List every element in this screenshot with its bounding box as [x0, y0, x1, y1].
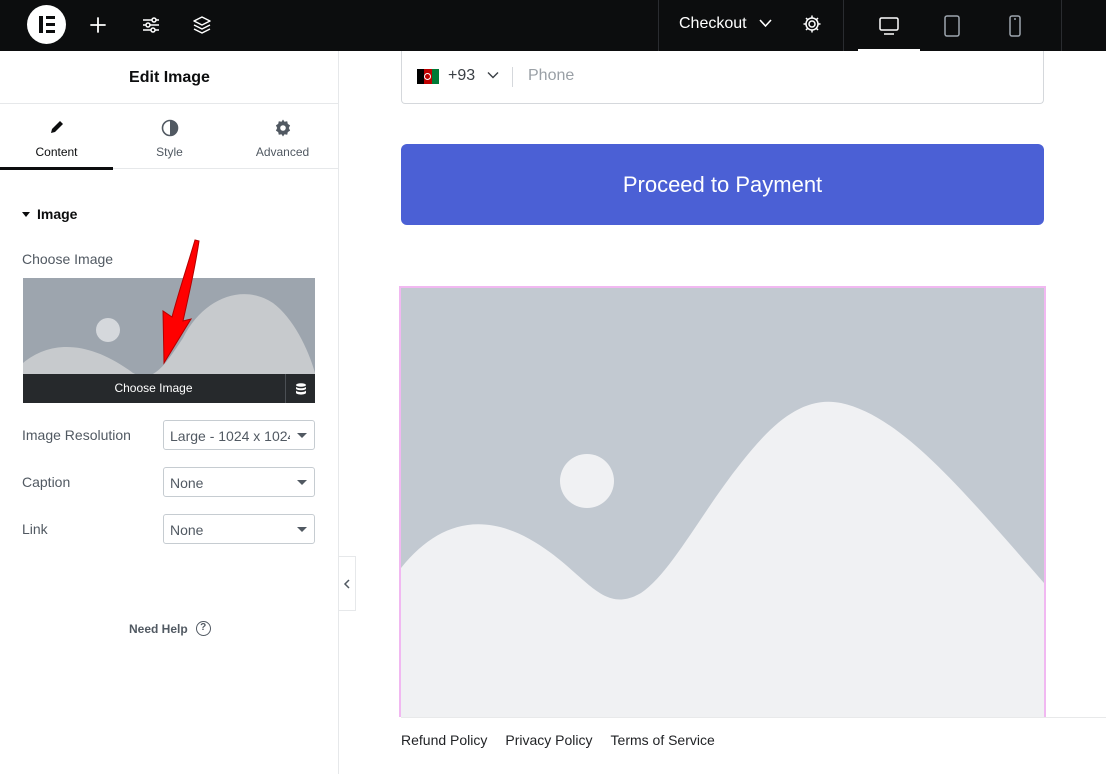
pencil-icon [0, 119, 113, 137]
elementor-logo-icon[interactable] [27, 5, 66, 44]
contrast-icon [113, 119, 226, 137]
page-settings-gear-icon[interactable] [802, 14, 822, 34]
caption-value: None [170, 475, 204, 491]
choose-image-label: Choose Image [22, 251, 114, 267]
section-title: Image [37, 206, 78, 222]
dropdown-arrow-icon [297, 527, 307, 532]
site-settings-sliders-icon[interactable] [138, 12, 164, 38]
collapse-panel-button[interactable] [339, 556, 356, 611]
link-label: Link [22, 521, 48, 537]
desktop-view-icon[interactable] [858, 0, 920, 51]
caption-select[interactable]: None [163, 467, 315, 497]
page-selector[interactable]: Checkout [658, 0, 844, 51]
image-widget-placeholder[interactable] [399, 286, 1046, 717]
question-circle-icon: ? [195, 621, 211, 636]
tablet-view-icon[interactable] [921, 0, 983, 51]
tab-content[interactable]: Content [0, 105, 113, 170]
choose-image-footer: Choose Image [23, 374, 315, 403]
panel-title: Edit Image [0, 51, 339, 104]
image-resolution-select[interactable]: Large - 1024 x 1024 [163, 420, 315, 450]
tab-label: Advanced [255, 145, 310, 159]
refund-policy-link[interactable]: Refund Policy [401, 732, 487, 748]
country-dial-code[interactable]: +93 [448, 67, 475, 85]
proceed-to-payment-button[interactable]: Proceed to Payment [401, 144, 1044, 225]
link-value: None [170, 522, 204, 538]
chevron-left-icon [343, 578, 350, 589]
tab-advanced[interactable]: Advanced [226, 105, 339, 169]
privacy-policy-link[interactable]: Privacy Policy [505, 732, 592, 748]
footer-divider [401, 717, 1106, 718]
tab-label: Content [35, 145, 78, 159]
image-section-toggle[interactable]: Image [22, 206, 77, 222]
link-select[interactable]: None [163, 514, 315, 544]
image-resolution-label: Image Resolution [22, 427, 131, 443]
phone-separator [512, 67, 513, 87]
page-selector-label: Checkout [679, 15, 747, 32]
footer-links: Refund Policy Privacy Policy Terms of Se… [401, 732, 715, 748]
phone-input[interactable]: Phone [528, 67, 574, 85]
tab-style[interactable]: Style [113, 105, 226, 169]
gear-icon [226, 119, 339, 137]
image-placeholder-graphic [401, 288, 1044, 717]
dropdown-arrow-icon [297, 480, 307, 485]
caption-label: Caption [22, 474, 71, 490]
need-help-link[interactable]: Need Help ? [129, 621, 211, 636]
dynamic-tags-database-icon[interactable] [285, 374, 315, 403]
terms-of-service-link[interactable]: Terms of Service [611, 732, 715, 748]
image-resolution-value: Large - 1024 x 1024 [170, 428, 290, 444]
add-element-icon[interactable] [85, 12, 111, 38]
structure-layers-icon[interactable] [189, 12, 215, 38]
topbar-right-divider [1061, 0, 1106, 51]
phone-field[interactable]: +93 Phone [401, 51, 1044, 104]
editor-topbar: Checkout [0, 0, 1106, 51]
editor-panel: Edit Image Content Style Advanced Image … [0, 51, 339, 774]
chevron-down-icon[interactable] [486, 68, 500, 82]
afghanistan-flag-icon [417, 69, 439, 84]
annotation-arrow-icon [162, 239, 200, 365]
chevron-down-icon [759, 19, 772, 28]
tab-label: Style [156, 145, 183, 159]
dropdown-arrow-icon [297, 433, 307, 438]
choose-image-button[interactable]: Choose Image [23, 374, 284, 403]
caret-down-icon [22, 211, 30, 217]
mobile-view-icon[interactable] [984, 0, 1046, 51]
panel-tabs: Content Style Advanced [0, 105, 339, 170]
need-help-label: Need Help [129, 621, 188, 636]
